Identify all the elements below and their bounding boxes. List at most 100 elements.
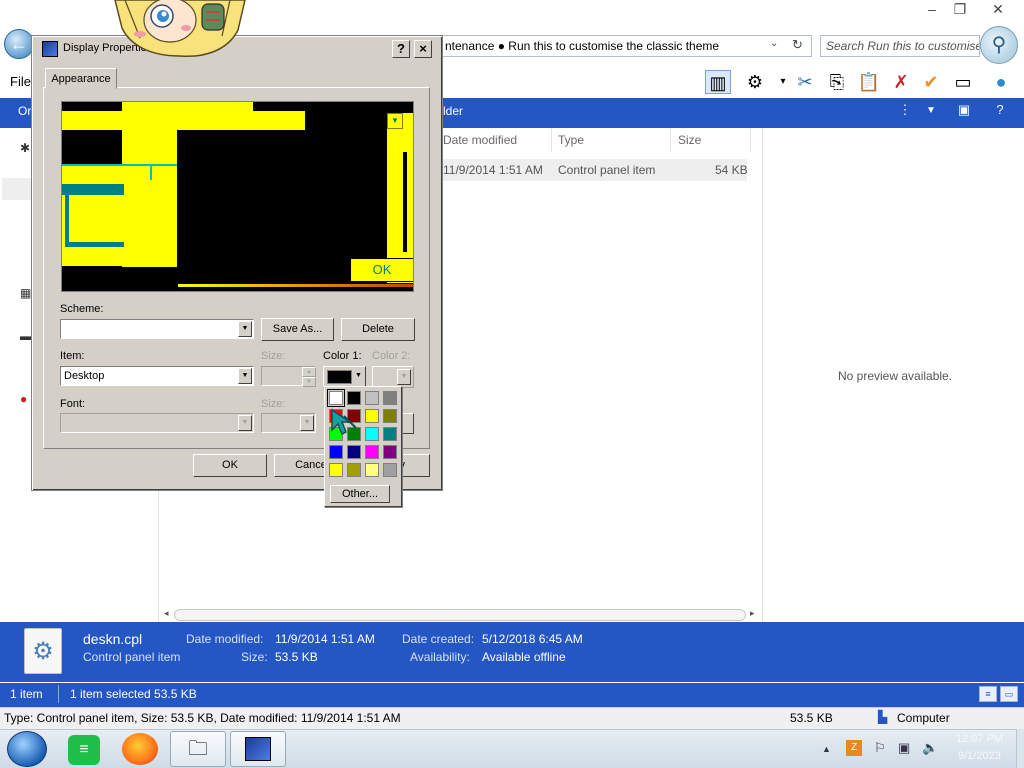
- show-desktop-button[interactable]: [1016, 729, 1024, 768]
- properties-icon[interactable]: ▭: [950, 70, 976, 94]
- availability-value: Available offline: [482, 650, 566, 664]
- appearance-preview[interactable]: ▼ OK: [61, 101, 414, 292]
- close-window-icon[interactable]: ✕: [984, 0, 1012, 20]
- preview-scroll-arrow-icon: ▼: [387, 113, 403, 129]
- scroll-right-icon[interactable]: ▸: [750, 608, 755, 619]
- start-button[interactable]: [7, 731, 47, 767]
- computer-icon: ▙: [878, 710, 888, 724]
- size-label: Size:: [241, 650, 268, 664]
- globe-icon[interactable]: ●: [988, 70, 1014, 94]
- color1-label: Color 1:: [323, 350, 362, 362]
- search-input[interactable]: Search Run this to customise...: [820, 35, 980, 57]
- details-view-icon[interactable]: ≡: [979, 686, 997, 702]
- network-tray-icon[interactable]: ▣: [898, 740, 910, 756]
- horizontal-scrollbar[interactable]: [174, 609, 746, 621]
- scheme-select[interactable]: ▼: [60, 319, 254, 339]
- back-arrow-icon[interactable]: ←: [4, 29, 34, 59]
- column-size[interactable]: Size: [678, 133, 701, 147]
- column-separator[interactable]: [551, 128, 552, 152]
- maximize-icon[interactable]: ❐: [946, 0, 974, 20]
- color1-swatch: [327, 370, 352, 384]
- preview-pane-icon[interactable]: ▥: [705, 70, 731, 94]
- chevron-down-icon[interactable]: ▼: [238, 368, 252, 384]
- display-properties-task-icon[interactable]: [230, 731, 286, 767]
- column-separator[interactable]: [750, 128, 751, 152]
- volume-icon[interactable]: 🔈: [922, 740, 938, 756]
- cut-icon[interactable]: ✂: [792, 70, 818, 94]
- info-size: 53.5 KB: [790, 711, 833, 725]
- notes-app-icon[interactable]: ≡: [56, 731, 112, 767]
- thumbnail-view-icon[interactable]: ▭: [1000, 686, 1018, 702]
- color-swatch[interactable]: [383, 427, 397, 441]
- color-swatch[interactable]: [329, 463, 343, 477]
- color-swatch[interactable]: [365, 445, 379, 459]
- color-swatch[interactable]: [347, 391, 361, 405]
- cpl-file-icon: ⚙: [24, 628, 62, 674]
- chevron-down-icon: ▼: [397, 369, 411, 385]
- row-size: 54 KB: [715, 163, 748, 177]
- firefox-icon[interactable]: [122, 733, 158, 765]
- column-type[interactable]: Type: [558, 133, 584, 147]
- color-swatch[interactable]: [383, 409, 397, 423]
- column-separator[interactable]: [670, 128, 671, 152]
- help-icon[interactable]: ?: [991, 102, 1009, 117]
- minimize-icon[interactable]: –: [918, 0, 946, 20]
- ok-button[interactable]: OK: [193, 454, 267, 477]
- scroll-left-icon[interactable]: ◂: [164, 608, 169, 619]
- color-swatch[interactable]: [365, 427, 379, 441]
- item-count: 1 item: [10, 687, 43, 701]
- color-swatch[interactable]: [365, 391, 379, 405]
- details-filename: deskn.cpl: [83, 631, 143, 647]
- paste-icon[interactable]: 📋: [856, 70, 882, 94]
- item-select[interactable]: Desktop ▼: [60, 366, 254, 386]
- tray-expand-icon[interactable]: ▲: [822, 744, 831, 754]
- save-as-button[interactable]: Save As...: [261, 318, 334, 341]
- color-swatch[interactable]: [383, 463, 397, 477]
- date-created-value: 5/12/2018 6:45 AM: [482, 632, 583, 646]
- delete-button[interactable]: Delete: [341, 318, 415, 341]
- file-menu[interactable]: File: [10, 74, 31, 89]
- chevron-down-icon: ▼: [238, 415, 252, 431]
- delete-icon[interactable]: ✗: [888, 70, 914, 94]
- column-date-modified[interactable]: Date modified: [443, 133, 517, 147]
- color-swatch[interactable]: [365, 409, 379, 423]
- color-swatch[interactable]: [329, 445, 343, 459]
- flag-icon[interactable]: ⚐: [874, 740, 886, 756]
- tray-app-icon[interactable]: Z: [846, 740, 862, 756]
- pane-toggle-icon[interactable]: ▣: [955, 102, 973, 118]
- file-explorer-icon[interactable]: 🗀: [170, 731, 226, 767]
- color-swatch[interactable]: [347, 445, 361, 459]
- help-button[interactable]: ?: [392, 40, 410, 58]
- preview-top-strip: [122, 102, 253, 111]
- preview-active-titlebar: [62, 184, 124, 195]
- address-bar[interactable]: ntenance ● Run this to customise the cla…: [440, 35, 812, 57]
- search-icon[interactable]: ⚲: [980, 26, 1018, 64]
- address-dropdown-icon[interactable]: ⌄: [770, 38, 778, 49]
- view-dropdown-icon[interactable]: ▼: [922, 105, 940, 116]
- date-created-label: Date created:: [402, 632, 475, 646]
- other-color-button[interactable]: Other...: [330, 485, 390, 503]
- clock-date[interactable]: 9/1/2023: [958, 750, 1001, 762]
- preview-scroll-track: [403, 152, 407, 252]
- color-swatch[interactable]: [327, 389, 345, 407]
- clock-time[interactable]: 12:07 PM: [956, 733, 1003, 745]
- color-swatch[interactable]: [383, 445, 397, 459]
- chevron-down-icon[interactable]: ▼: [238, 321, 252, 337]
- color-swatch[interactable]: [365, 463, 379, 477]
- color-swatch[interactable]: [347, 463, 361, 477]
- chevron-down-icon: ▼: [300, 415, 314, 431]
- item-value: Desktop: [64, 370, 105, 382]
- preview-divider[interactable]: [762, 128, 763, 622]
- spin-down-icon: ▼: [302, 377, 316, 387]
- close-dialog-button[interactable]: ×: [414, 40, 432, 58]
- new-folder-button[interactable]: lder: [443, 104, 463, 118]
- refresh-icon[interactable]: ↻: [792, 37, 803, 53]
- more-options-icon[interactable]: ⋮: [896, 102, 914, 118]
- tools-icon[interactable]: ⚙: [742, 70, 768, 94]
- tab-appearance[interactable]: Appearance: [45, 68, 117, 89]
- organize-button[interactable]: Or: [18, 104, 31, 118]
- check-icon[interactable]: ✔: [918, 70, 944, 94]
- copy-icon[interactable]: ⎘: [824, 70, 850, 94]
- display-properties-icon: [42, 41, 58, 57]
- color-swatch[interactable]: [383, 391, 397, 405]
